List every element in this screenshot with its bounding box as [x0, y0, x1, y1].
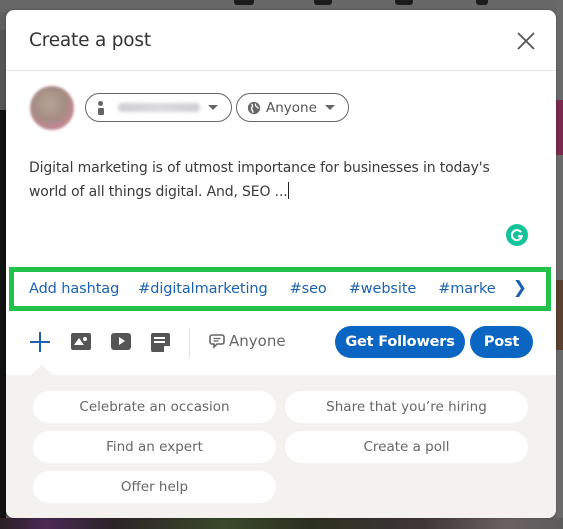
- grammarly-icon: [510, 229, 524, 242]
- background-nav-icon: [395, 0, 413, 5]
- background-nav-icon: [314, 0, 332, 5]
- caret-down-icon: [324, 105, 335, 110]
- comment-icon: [209, 334, 225, 349]
- dialog-header: Create a post: [6, 10, 556, 71]
- toolbar-divider: [189, 328, 190, 358]
- suggestion-offer-help[interactable]: Offer help: [33, 471, 276, 503]
- author-selector[interactable]: [85, 93, 232, 122]
- post-identity-row: Anyone: [30, 86, 530, 130]
- comment-visibility-label: Anyone: [229, 332, 286, 350]
- add-document-icon[interactable]: [151, 333, 170, 352]
- grammarly-button[interactable]: [506, 224, 528, 246]
- add-video-icon[interactable]: [111, 333, 131, 350]
- suggestions-pointer: [31, 365, 53, 375]
- post-button[interactable]: Post: [470, 326, 533, 358]
- avatar: [30, 86, 74, 130]
- visibility-selector[interactable]: Anyone: [236, 93, 349, 122]
- hashtag-suggestion[interactable]: #website: [349, 281, 417, 297]
- suggestion-create-poll[interactable]: Create a poll: [285, 431, 528, 463]
- background-image-fragment: [556, 280, 563, 350]
- close-icon: [517, 32, 535, 50]
- add-content-plus-icon[interactable]: [30, 332, 50, 352]
- hashtag-suggestion[interactable]: #seo: [290, 281, 327, 297]
- post-text-line: Digital marketing is of utmost importanc…: [29, 160, 490, 176]
- hashtag-suggestions-bar: Add hashtag #digitalmarketing #seo #webs…: [9, 267, 551, 311]
- add-photo-icon[interactable]: [71, 333, 91, 350]
- author-name-blurred: [118, 103, 200, 112]
- post-text-editor[interactable]: Digital marketing is of utmost importanc…: [29, 156, 519, 204]
- post-type-suggestions: Celebrate an occasion Share that you’re …: [6, 365, 556, 518]
- text-cursor: [287, 182, 289, 199]
- chevron-right-icon[interactable]: ❯: [513, 278, 527, 298]
- hashtag-list: Add hashtag #digitalmarketing #seo #webs…: [29, 281, 504, 297]
- background-image-fragment: [556, 100, 563, 155]
- create-post-dialog: Create a post Anyone Digital marketing i: [6, 10, 556, 518]
- suggestion-celebrate-occasion[interactable]: Celebrate an occasion: [33, 391, 276, 423]
- person-icon: [96, 100, 106, 116]
- suggestion-find-expert[interactable]: Find an expert: [33, 431, 276, 463]
- caret-down-icon: [208, 105, 218, 110]
- hashtag-suggestion[interactable]: #marke: [438, 281, 495, 297]
- visibility-label: Anyone: [266, 99, 317, 116]
- get-followers-button[interactable]: Get Followers: [335, 326, 465, 358]
- suggestion-share-hiring[interactable]: Share that you’re hiring: [285, 391, 528, 423]
- comment-visibility-button[interactable]: Anyone: [209, 332, 286, 350]
- background-nav-icon: [476, 0, 488, 5]
- hashtag-suggestion[interactable]: #digitalmarketing: [138, 281, 268, 297]
- globe-icon: [247, 101, 261, 114]
- dialog-title: Create a post: [29, 30, 151, 51]
- add-hashtag-button[interactable]: Add hashtag: [29, 281, 119, 297]
- background-nav-icon: [234, 0, 254, 5]
- post-toolbar: Anyone Get Followers Post: [6, 321, 556, 365]
- background-image-strip: [0, 518, 563, 529]
- post-text-line: world of all things digital. And, SEO ..…: [29, 184, 288, 200]
- close-button[interactable]: [516, 31, 536, 51]
- background-page-edge: [556, 0, 563, 529]
